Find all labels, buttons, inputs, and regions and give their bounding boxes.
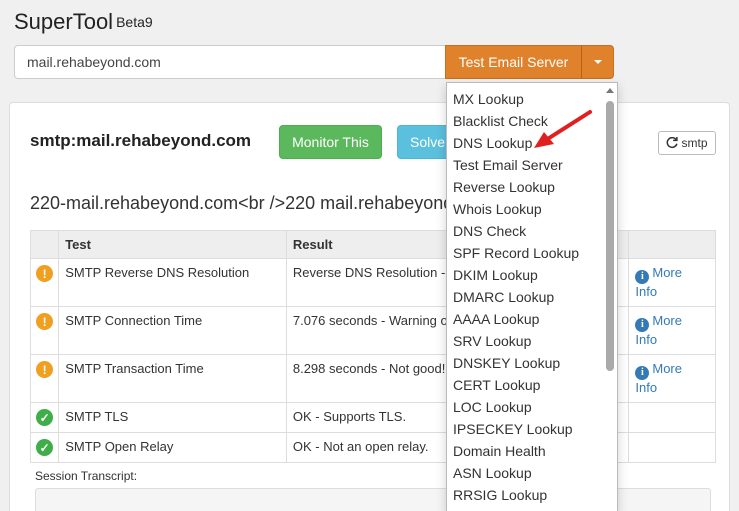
- refresh-button[interactable]: smtp: [658, 131, 716, 155]
- tool-dropdown-toggle[interactable]: [581, 45, 614, 79]
- app-brand: SuperTool Beta9: [14, 9, 153, 35]
- app-version: Beta9: [116, 14, 153, 30]
- test-name: SMTP TLS: [58, 402, 287, 433]
- menu-item-dnskey-lookup[interactable]: DNSKEY Lookup: [447, 352, 617, 374]
- dropdown-scrollbar[interactable]: [606, 101, 614, 371]
- more-info-link[interactable]: i More Info: [628, 258, 716, 307]
- menu-item-ipseckey-lookup[interactable]: IPSECKEY Lookup: [447, 418, 617, 440]
- session-transcript-label: Session Transcript:: [35, 469, 138, 483]
- status-column-header: [29, 230, 60, 259]
- info-circle-icon: i: [635, 365, 650, 380]
- test-name: SMTP Connection Time: [58, 306, 287, 355]
- more-info-more[interactable]: More: [652, 361, 682, 376]
- menu-item-dns-check[interactable]: DNS Check: [447, 220, 617, 242]
- annotation-arrow-icon: [534, 110, 592, 148]
- refresh-button-label: smtp: [681, 136, 708, 150]
- info-circle-icon: i: [635, 317, 650, 332]
- menu-item-aaaa-lookup[interactable]: AAAA Lookup: [447, 308, 617, 330]
- test-name: SMTP Open Relay: [58, 432, 287, 463]
- warning-circle-icon: !: [36, 313, 54, 330]
- refresh-icon: [667, 137, 679, 149]
- menu-item-cert-lookup[interactable]: CERT Lookup: [447, 374, 617, 396]
- more-info-link[interactable]: i More Info: [628, 354, 716, 403]
- menu-item-test-email-server[interactable]: Test Email Server: [447, 154, 617, 176]
- warning-circle-icon: !: [36, 361, 54, 378]
- smtp-banner: 220-mail.rehabeyond.com<br />220 mail.re…: [30, 193, 448, 213]
- info-column-header: [628, 230, 716, 259]
- test-name: SMTP Reverse DNS Resolution: [58, 258, 287, 307]
- page-title: smtp:mail.rehabeyond.com: [30, 131, 252, 150]
- test-column-header: Test: [58, 230, 287, 259]
- menu-item-dmarc-lookup[interactable]: DMARC Lookup: [447, 286, 617, 308]
- search-input[interactable]: [14, 45, 446, 79]
- more-info-info[interactable]: Info: [635, 332, 657, 347]
- menu-item-asn-lookup[interactable]: ASN Lookup: [447, 462, 617, 484]
- more-info-more[interactable]: More: [652, 313, 682, 328]
- check-circle-icon: ✓: [36, 439, 54, 456]
- menu-item-dkim-lookup[interactable]: DKIM Lookup: [447, 264, 617, 286]
- menu-item-srv-lookup[interactable]: SRV Lookup: [447, 330, 617, 352]
- more-info-link[interactable]: i More Info: [628, 306, 716, 355]
- caret-down-icon: [593, 60, 602, 64]
- more-info-info[interactable]: Info: [635, 284, 657, 299]
- test-name: SMTP Transaction Time: [58, 354, 287, 403]
- menu-item-reverse-lookup[interactable]: Reverse Lookup: [447, 176, 617, 198]
- menu-item-domain-health[interactable]: Domain Health: [447, 440, 617, 462]
- menu-item-spf-record-lookup[interactable]: SPF Record Lookup: [447, 242, 617, 264]
- empty-info-cell: [628, 432, 716, 463]
- empty-info-cell: [628, 402, 716, 433]
- check-circle-icon: ✓: [36, 409, 54, 426]
- warning-circle-icon: !: [36, 265, 54, 282]
- app-name: SuperTool: [14, 9, 114, 34]
- more-info-info[interactable]: Info: [635, 380, 657, 395]
- monitor-button[interactable]: Monitor This: [279, 125, 382, 159]
- info-circle-icon: i: [635, 269, 650, 284]
- scroll-up-icon[interactable]: [606, 88, 614, 93]
- test-email-server-button[interactable]: Test Email Server: [445, 45, 582, 79]
- more-info-more[interactable]: More: [652, 265, 682, 280]
- menu-item-whois-lookup[interactable]: Whois Lookup: [447, 198, 617, 220]
- menu-item-loc-lookup[interactable]: LOC Lookup: [447, 396, 617, 418]
- menu-item-rrsig-lookup[interactable]: RRSIG Lookup: [447, 484, 617, 506]
